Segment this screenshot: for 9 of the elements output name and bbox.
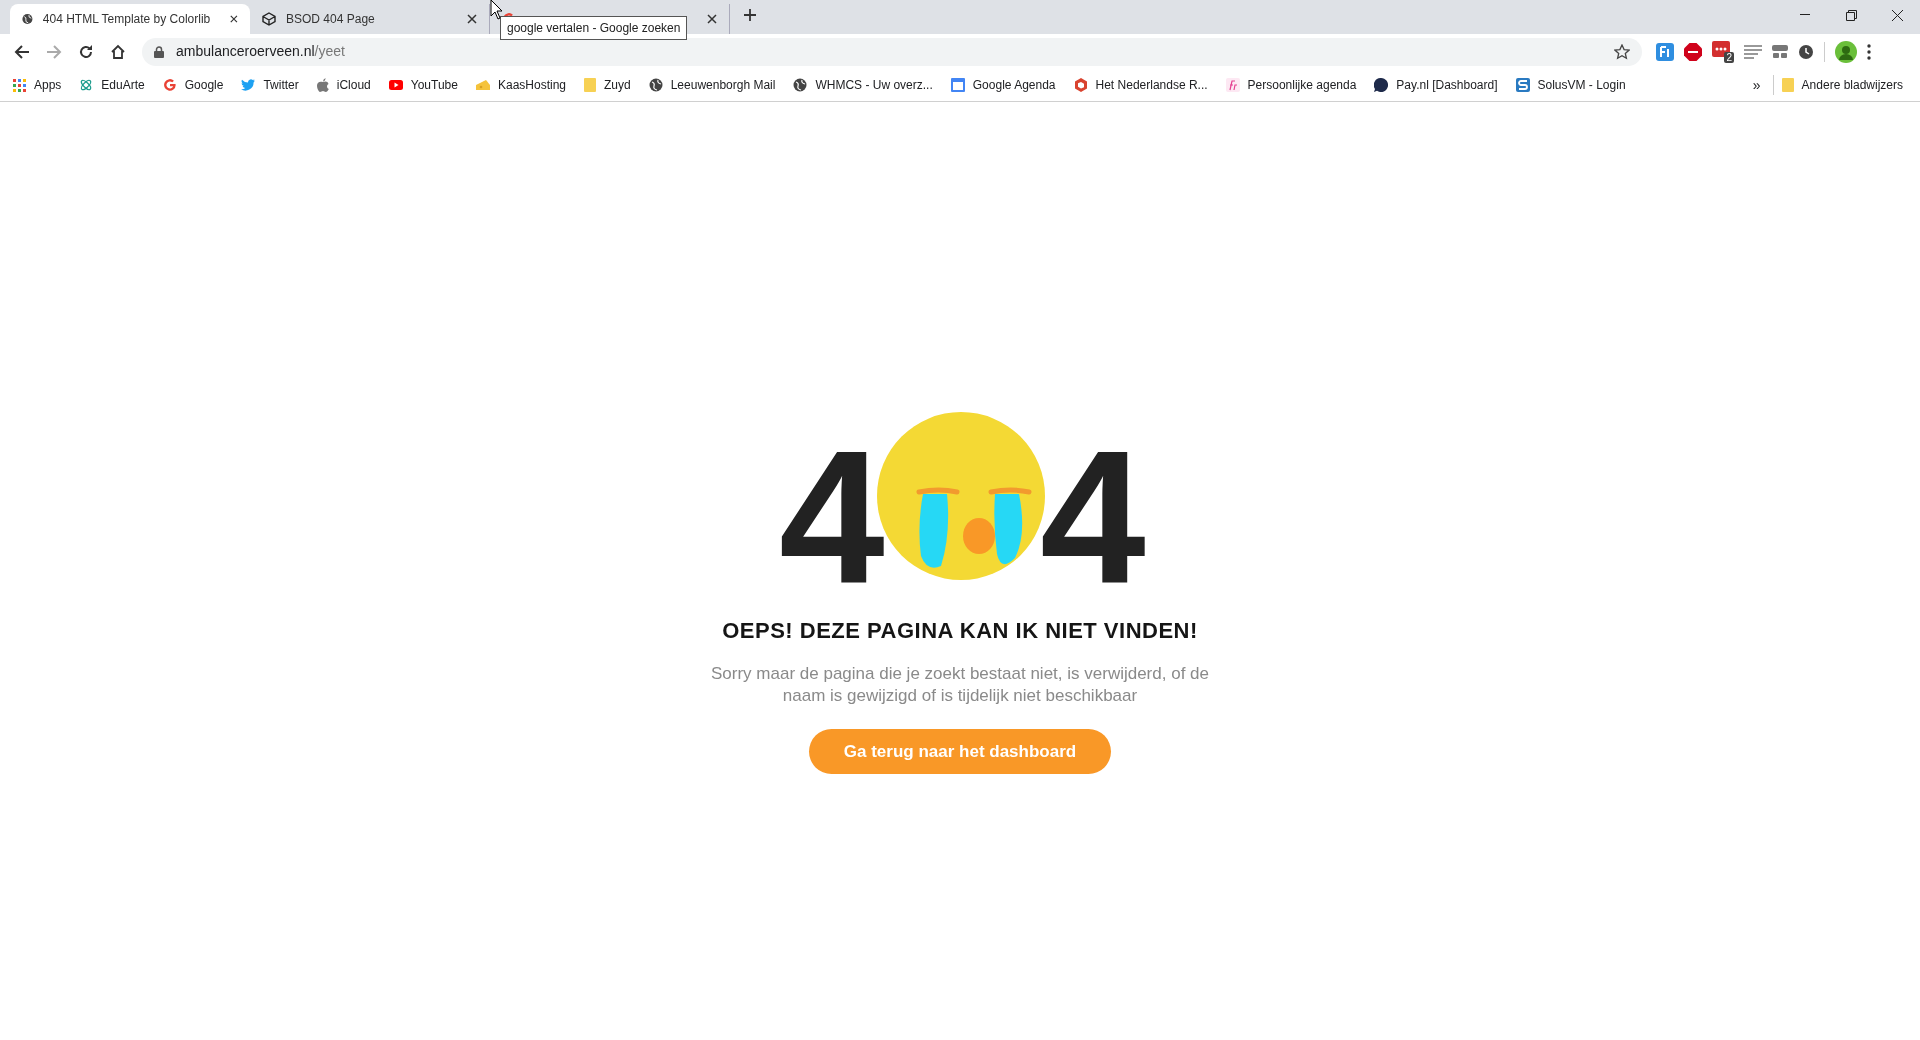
digit-text: 4 <box>1040 422 1141 612</box>
tooltip: google vertalen - Google zoeken <box>500 16 688 40</box>
extension-badge: 2 <box>1724 51 1734 63</box>
error-message: Sorry maar de pagina die je zoekt bestaat niet, is verwijderd, of de naam is gewijzigd of is tijdelijk niet beschikbaar <box>710 663 1210 707</box>
url-text: ambulanceroerveen.nl/yeet <box>176 42 345 61</box>
digit-text: 4 <box>779 422 880 612</box>
tab-title: 404 HTML Template by Colorlib <box>42 11 211 28</box>
error-heading: OEPS! DEZE PAGINA KAN IK NIET VINDEN! <box>722 617 1198 645</box>
tab-title: BSOD 404 Page <box>286 11 375 28</box>
